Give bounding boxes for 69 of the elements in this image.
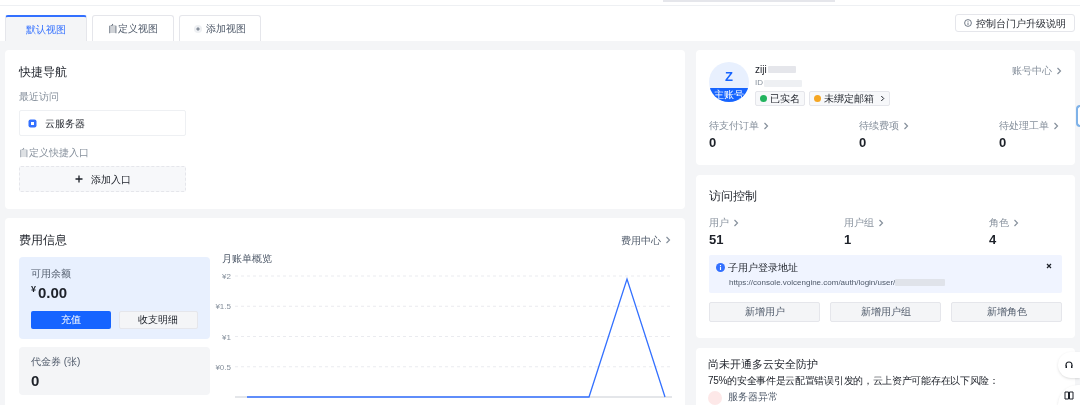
axis-tick-label: ¥0.5 [215, 362, 231, 372]
recharge-button[interactable]: 充值 [31, 310, 111, 329]
action-button[interactable]: 新增用户 [709, 301, 820, 322]
fee-center-link[interactable]: 费用中心 [621, 232, 671, 248]
login-url: https://console.volcengine.com/auth/login/user/ [729, 276, 896, 289]
info-icon [964, 19, 972, 27]
stat-value: 0 [859, 134, 868, 152]
card-title: 访问控制 [709, 188, 758, 205]
view-tab[interactable]: 添加视图 [179, 15, 261, 41]
book-icon [1064, 391, 1074, 400]
recent-item[interactable]: 云服务器 [19, 110, 186, 136]
chevron-icon [763, 121, 769, 130]
chevron-icon [878, 218, 884, 227]
action-button[interactable]: 新增用户组 [830, 301, 941, 322]
chevron-icon [733, 218, 739, 227]
upgrade-notes-button[interactable]: 控制台门户升级说明 [955, 14, 1075, 32]
account-id-label: ID [755, 77, 763, 89]
account-center-link[interactable]: 账号中心 [1012, 63, 1062, 78]
add-entry-button[interactable]: 添加入口 [19, 166, 186, 192]
stat-link[interactable]: 角色 [989, 215, 1062, 230]
axis-tick-label: ¥2 [222, 272, 231, 281]
chevron-icon [665, 236, 671, 244]
stat-link[interactable]: 用户组 [844, 215, 989, 230]
voucher-label: 代金券 (张) [31, 355, 82, 369]
avatar-letter: Z [724, 68, 734, 86]
card-title: 快捷导航 [19, 64, 68, 81]
section-label: 自定义快捷入口 [19, 146, 90, 160]
chevron-icon [903, 121, 909, 130]
support-button[interactable] [1058, 352, 1080, 378]
balance-label: 可用余额 [31, 267, 72, 281]
statement-button[interactable]: 收支明细 [118, 310, 198, 329]
security-description: 75%的安全事件是云配置错误引发的，云上资产可能存在以下风险： [708, 375, 1000, 387]
headset-icon [1064, 360, 1074, 370]
stat-value: 4 [989, 231, 998, 249]
stat-link[interactable]: 用户 [709, 215, 844, 230]
chevron-icon [1056, 66, 1062, 75]
status-tag: 已实名 [755, 91, 805, 106]
plus-icon [194, 24, 202, 33]
chevron-icon [880, 95, 885, 102]
account-name: ziji [755, 63, 767, 77]
action-button[interactable]: 新增角色 [951, 301, 1062, 322]
view-tab[interactable]: 默认视图 [5, 15, 87, 41]
axis-tick-label: ¥1 [222, 332, 231, 342]
info-icon [716, 262, 725, 272]
plus-icon [74, 175, 83, 183]
stat-link[interactable]: 待续费项 [859, 118, 999, 133]
stat-link[interactable]: 待支付订单 [709, 118, 859, 133]
risk-title: 服务器异常 [728, 391, 778, 403]
stat-value: 1 [844, 231, 853, 249]
close-icon[interactable] [1046, 262, 1052, 269]
axis-tick-label: ¥1.5 [215, 302, 231, 312]
view-tab[interactable]: 自定义视图 [92, 15, 174, 41]
stat-value: 0 [999, 134, 1008, 152]
stat-value: 51 [709, 231, 725, 249]
redacted-block [767, 66, 796, 73]
card-title: 费用信息 [19, 232, 67, 249]
chevron-icon [1013, 218, 1019, 227]
voucher-count: 0 [31, 371, 41, 391]
stat-value: 0 [709, 134, 718, 152]
chevron-icon [1053, 121, 1059, 130]
card-title: 尚未开通多云安全防护 [708, 357, 819, 371]
server-icon [28, 118, 37, 128]
section-label: 最近访问 [19, 90, 60, 104]
status-tag[interactable]: 未绑定邮箱 [809, 91, 890, 106]
balance-amount: 0.00 [38, 283, 68, 303]
side-handle[interactable] [1076, 105, 1080, 127]
chart-title: 月账单概览 [222, 252, 273, 266]
notice-title: 子用户登录地址 [728, 260, 798, 275]
currency-symbol: ¥ [31, 283, 36, 296]
